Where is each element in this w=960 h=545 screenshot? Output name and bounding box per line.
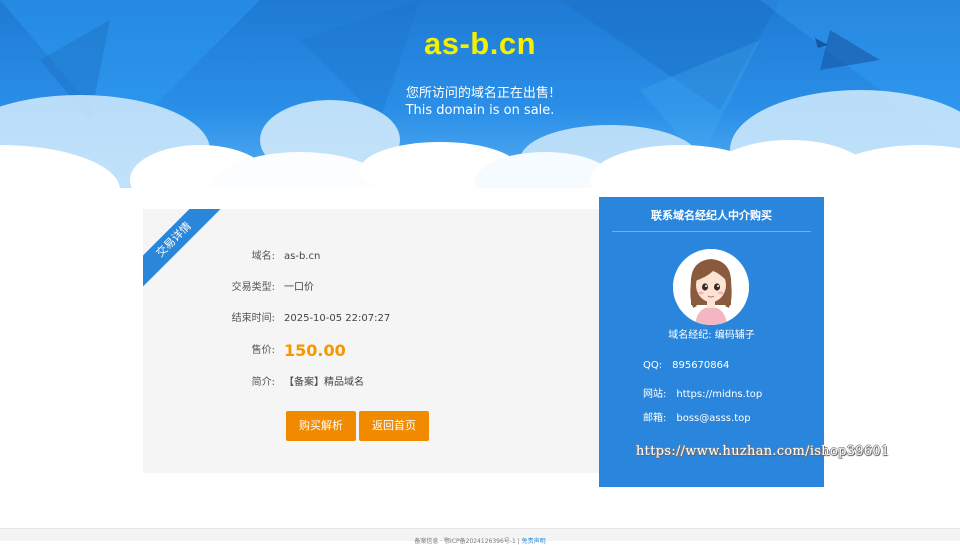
contact-key: 网站: — [643, 389, 667, 400]
detail-value-trade-type: 一口价 — [284, 282, 314, 293]
detail-value-intro: 【备案】精品域名 — [284, 377, 364, 388]
footer: 备案信息 · 鄂ICP备2024126396号-1 | 免责声明 — [0, 528, 960, 545]
detail-label: 简介: — [251, 377, 275, 388]
sale-notice-cn: 您所访问的域名正在出售! — [405, 86, 555, 101]
agent-label: 域名经纪: — [668, 330, 712, 341]
contact-website: 网站: https://midns.top — [643, 385, 762, 400]
footer-record: 备案信息 · 鄂ICP备2024126396号-1 | — [414, 538, 520, 545]
watermark-url: https://www.huzhan.com/ishop39601 — [636, 444, 890, 459]
divider — [612, 231, 811, 232]
contact-key: 邮箱: — [643, 413, 667, 424]
detail-label: 结束时间: — [231, 313, 275, 324]
detail-value-price: 150.00 — [284, 341, 346, 360]
hero-banner: as-b.cn 您所访问的域名正在出售! This domain is on s… — [0, 0, 960, 200]
sale-notice-en: This domain is on sale. — [405, 103, 555, 118]
agent-name: 编码辅子 — [714, 330, 755, 341]
contact-value-website[interactable]: https://midns.top — [676, 389, 762, 400]
footer-text: 备案信息 · 鄂ICP备2024126396号-1 | 免责声明 — [0, 536, 960, 545]
detail-label: 交易类型: — [231, 282, 275, 293]
agent-info: 域名经纪: 编码辅子 — [599, 326, 824, 341]
detail-row-intro: 简介: 【备案】精品域名 — [143, 373, 601, 393]
agent-avatar — [673, 249, 749, 325]
contact-value-email[interactable]: boss@asss.top — [676, 413, 750, 424]
detail-value-domain: as-b.cn — [284, 251, 321, 262]
detail-row-price: 售价: 150.00 — [143, 341, 601, 361]
domain-title: as-b.cn — [423, 26, 537, 61]
contact-key: QQ: — [643, 360, 663, 371]
broker-title: 联系域名经纪人中介购买 — [651, 209, 772, 222]
detail-row-trade-type: 交易类型: 一口价 — [143, 278, 601, 298]
contact-value-qq[interactable]: 895670864 — [672, 360, 729, 371]
trade-detail-panel: 交易详情 域名: as-b.cn 交易类型: 一口价 结束时间: 2025-10… — [143, 209, 601, 473]
detail-value-end-time: 2025-10-05 22:07:27 — [284, 313, 391, 324]
detail-label: 售价: — [251, 345, 275, 356]
footer-link[interactable]: 免责声明 — [522, 538, 546, 545]
cartoon-girl-icon — [673, 249, 749, 325]
buy-button[interactable]: 购买解析 — [286, 411, 356, 441]
detail-row-end-time: 结束时间: 2025-10-05 22:07:27 — [143, 309, 601, 329]
detail-label: 域名: — [251, 251, 275, 262]
back-home-button[interactable]: 返回首页 — [359, 411, 429, 441]
contact-qq: QQ: 895670864 — [643, 360, 729, 371]
contact-email: 邮箱: boss@asss.top — [643, 409, 751, 424]
detail-row-domain: 域名: as-b.cn — [143, 247, 601, 267]
